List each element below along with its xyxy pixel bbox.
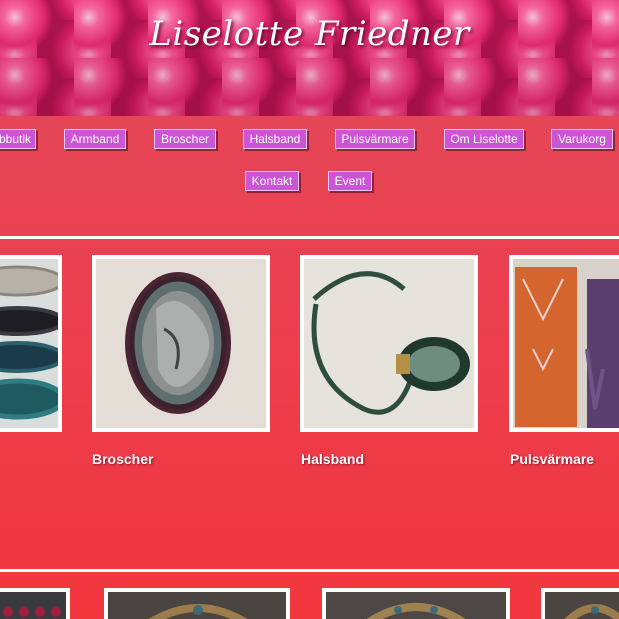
- nav-item-webbutik[interactable]: Webbutik: [0, 129, 36, 149]
- category-label-halsband[interactable]: Halsband: [301, 451, 364, 467]
- nav-item-varukorg[interactable]: Varukorg: [551, 129, 613, 149]
- wristwarmers-image: [513, 259, 619, 428]
- brooch-image: [96, 259, 266, 428]
- section-divider-top: [0, 236, 619, 239]
- nav-item-kontakt[interactable]: Kontakt: [245, 171, 299, 191]
- category-card-broscher[interactable]: [92, 255, 270, 432]
- necklace-image: [304, 259, 474, 428]
- header-banner: Liselotte Friedner: [0, 0, 619, 116]
- product-card[interactable]: [322, 588, 510, 619]
- product-image: [326, 592, 506, 619]
- product-image: [545, 592, 619, 619]
- nav-item-pulsvarmare[interactable]: Pulsvärmare: [335, 129, 415, 149]
- category-label-pulsvarmare[interactable]: Pulsvärmare: [510, 451, 594, 467]
- category-card-armband[interactable]: [0, 255, 62, 432]
- product-image: [0, 592, 66, 619]
- nav-item-armband[interactable]: Armband: [64, 129, 126, 149]
- site-title[interactable]: Liselotte Friedner: [0, 14, 619, 54]
- category-label-broscher[interactable]: Broscher: [92, 451, 153, 467]
- nav-item-halsband[interactable]: Halsband: [243, 129, 307, 149]
- product-image: [108, 592, 286, 619]
- nav-item-broscher[interactable]: Broscher: [154, 129, 216, 149]
- bracelets-image: [0, 259, 58, 428]
- product-card[interactable]: [541, 588, 619, 619]
- nav-item-event[interactable]: Event: [328, 171, 372, 191]
- product-card[interactable]: [104, 588, 290, 619]
- category-card-halsband[interactable]: [300, 255, 478, 432]
- section-divider-bottom: [0, 569, 619, 572]
- category-card-pulsvarmare[interactable]: [509, 255, 619, 432]
- product-card[interactable]: [0, 588, 70, 619]
- nav-item-om-liselotte[interactable]: Om Liselotte: [444, 129, 524, 149]
